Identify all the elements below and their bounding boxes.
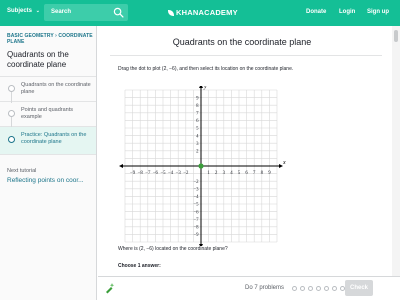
coordinate-plane-svg[interactable]: xy−9 −8 −7 −6 −5 −4 −3 −2 2 3 4 5 6 7 8 998765432−2−3−4… — [116, 84, 286, 248]
chevron-down-icon: ⌄ — [35, 8, 40, 14]
top-navigation-bar: Subjects ⌄ Search KHANACADEMY Donate Log… — [0, 0, 400, 26]
scrollbar[interactable] — [392, 26, 400, 276]
sidebar-item-label: Practice: Quadrants on the coordinate pl… — [21, 132, 87, 145]
x-tick-label: −9 — [130, 171, 136, 176]
tutorial-sidebar: BASIC GEOMETRY › COORDINATE PLANE Quadra… — [0, 26, 97, 300]
exercise-dot-icon — [8, 136, 15, 143]
sidebar-title: Quadrants on the coordinate plane — [7, 50, 69, 69]
scrollbar-thumb[interactable] — [394, 30, 398, 42]
check-button[interactable]: Check — [345, 280, 373, 296]
x-tick-label: −6 — [153, 171, 159, 176]
exercise-prompt: Drag the dot to plot (2, −6), and then s… — [118, 66, 294, 72]
sidebar-item-points-example[interactable]: Points and quadrants example — [0, 102, 96, 128]
y-tick-label: 6 — [196, 119, 199, 124]
breadcrumb[interactable]: BASIC GEOMETRY › COORDINATE PLANE — [7, 33, 93, 45]
y-tick-label: 3 — [196, 142, 199, 147]
logo-leaf-icon — [168, 10, 174, 16]
search-placeholder: Search — [51, 9, 72, 15]
next-tutorial-link[interactable]: Reflecting points on coor... — [7, 177, 93, 184]
sidebar-item-quadrants-video[interactable]: Quadrants on the coordinate plane — [0, 77, 96, 103]
sidebar-item-practice[interactable]: Practice: Quadrants on the coordinate pl… — [0, 127, 96, 155]
search-input[interactable]: Search — [44, 4, 128, 21]
progress-dot — [300, 286, 305, 291]
progress-dot — [332, 286, 337, 291]
sidebar-item-label: Points and quadrants example — [21, 107, 73, 120]
sparkle-pencil-icon[interactable] — [104, 282, 116, 294]
next-tutorial-label: Next tutorial — [7, 168, 37, 174]
y-tick-label: 4 — [196, 134, 199, 139]
title-divider — [110, 55, 382, 56]
y-tick-label: −4 — [193, 195, 199, 200]
progress-dot — [316, 286, 321, 291]
video-dot-icon — [8, 85, 15, 92]
y-tick-label: 5 — [196, 127, 199, 132]
problem-count-text: Do 7 problems — [245, 285, 285, 291]
tutorial-list: Quadrants on the coordinate plane Points… — [0, 76, 96, 155]
progress-dot — [324, 286, 329, 291]
search-icon[interactable] — [113, 7, 124, 18]
question-text: Where is (2, −6) located on the coordina… — [118, 246, 228, 252]
x-tick-label: −2 — [183, 171, 189, 176]
y-tick-label: 8 — [196, 104, 199, 109]
y-tick-label: −7 — [193, 218, 199, 223]
progress-dot — [292, 286, 297, 291]
y-tick-label: −8 — [193, 226, 199, 231]
y-axis-arrow-up — [199, 84, 203, 88]
y-tick-label: −3 — [193, 188, 199, 193]
subjects-label: Subjects — [7, 8, 33, 14]
donate-link[interactable]: Donate — [306, 9, 326, 15]
khan-academy-logo[interactable]: KHANACADEMY — [168, 8, 238, 17]
x-tick-label: −3 — [176, 171, 182, 176]
x-tick-label: −8 — [138, 171, 144, 176]
draggable-point[interactable] — [198, 163, 204, 169]
y-tick-label: 2 — [196, 150, 199, 155]
y-tick-label: 7 — [196, 112, 199, 117]
y-tick-label: 9 — [196, 96, 199, 101]
x-tick-label: −4 — [168, 171, 174, 176]
coordinate-plane[interactable]: x y −9 −8 −7 −6 −5 −4 −3 −2 2 3 4 5 6 7 8 9 9 8 7 6 5 4 3 2 −2 −3 −4… — [116, 84, 286, 248]
video-dot-icon — [8, 110, 15, 117]
progress-dot — [308, 286, 313, 291]
signup-link[interactable]: Sign up — [367, 9, 389, 15]
x-axis-label: x — [282, 160, 286, 166]
y-tick-label: −2 — [193, 180, 199, 185]
sidebar-item-label: Quadrants on the coordinate plane — [21, 82, 91, 95]
y-tick-label: −6 — [193, 210, 199, 215]
x-axis-arrow-left — [119, 164, 123, 168]
page-title: Quadrants on the coordinate plane — [172, 37, 312, 47]
choose-label: Choose 1 answer: — [118, 263, 161, 269]
logo-text: KHANACADEMY — [176, 8, 238, 17]
y-axis-label: y — [203, 86, 207, 90]
subjects-menu[interactable]: Subjects ⌄ — [7, 8, 40, 14]
y-tick-label: −9 — [193, 233, 199, 238]
x-tick-label: −7 — [145, 171, 151, 176]
x-tick-label: −5 — [160, 171, 166, 176]
y-tick-label: −5 — [193, 203, 199, 208]
progress-dots — [292, 286, 345, 291]
login-link[interactable]: Login — [339, 9, 355, 15]
